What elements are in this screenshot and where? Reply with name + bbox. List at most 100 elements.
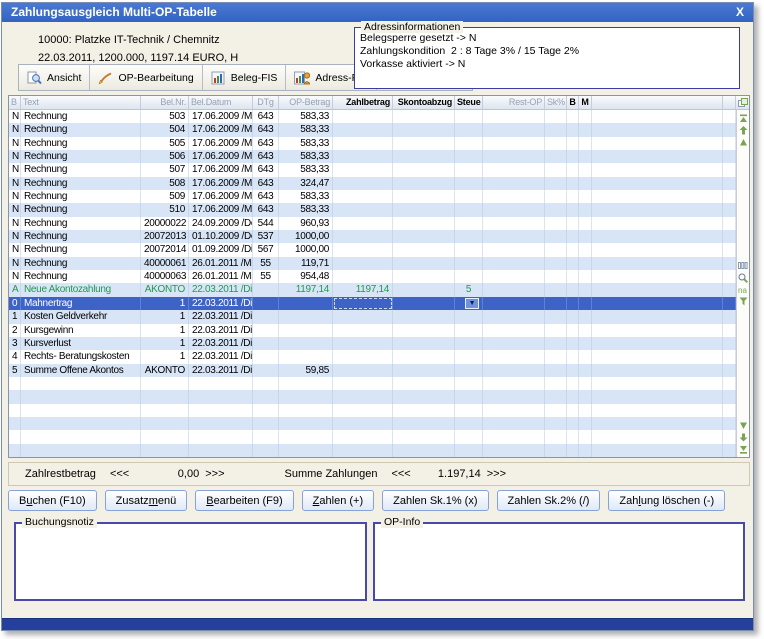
cell-dtg: 55 — [253, 257, 279, 270]
table-row[interactable]: 2Kursgewinn122.03.2011 /Di — [9, 324, 736, 337]
column-header-text[interactable]: Text — [21, 96, 141, 110]
table-row[interactable]: NRechnung51017.06.2009 /Mi643583,33 — [9, 203, 736, 216]
column-header-blank[interactable] — [592, 96, 723, 110]
table-row[interactable]: NRechnung50317.06.2009 /Mi643583,33 — [9, 110, 736, 123]
table-row[interactable]: NRechnung2000002224.09.2009 /Do544960,93 — [9, 217, 736, 230]
scroll-down-icon[interactable] — [738, 420, 748, 430]
column-chooser-icon[interactable] — [736, 96, 749, 110]
buchen-f10-button[interactable]: Buchen (F10) — [8, 490, 97, 511]
zusatzmen-button[interactable]: Zusatzmenü — [105, 490, 188, 511]
close-icon[interactable]: X — [736, 3, 744, 22]
cell-m — [579, 444, 592, 457]
table-row[interactable]: 1Kosten Geldverkehr122.03.2011 /Di — [9, 310, 736, 323]
table-row[interactable]: NRechnung50617.06.2009 /Mi643583,33 — [9, 150, 736, 163]
title-bar[interactable]: Zahlungsausgleich Multi-OP-Tabelle X — [2, 3, 753, 22]
cell-steue — [455, 163, 483, 176]
scroll-bottom-icon[interactable] — [738, 444, 748, 454]
cell-blank — [592, 270, 723, 283]
cell-beldatum — [189, 430, 253, 443]
column-header-blank2[interactable] — [723, 96, 736, 110]
customer-info-line1: 10000: Platzke IT-Technik / Chemnitz — [38, 34, 220, 46]
tab-ansicht[interactable]: Ansicht — [19, 65, 90, 90]
table-row[interactable] — [9, 404, 736, 417]
table-row[interactable]: 4Rechts- Beratungskosten122.03.2011 /Di — [9, 350, 736, 363]
tab-beleg-fis[interactable]: Beleg-FIS — [203, 65, 287, 90]
address-info-line: Zahlungskondition 2 : 8 Tage 3% / 15 Tag… — [355, 45, 739, 58]
zahlen-button[interactable]: Zahlen (+) — [302, 490, 374, 511]
zahlen-sk-2-button[interactable]: Zahlen Sk.2% (/) — [497, 490, 601, 511]
cell-steue — [455, 337, 483, 350]
tab-op-bearbeitung[interactable]: OP-Bearbeitung — [90, 65, 202, 90]
cell-dtg: 643 — [253, 163, 279, 176]
column-header-dtg[interactable]: DTg — [253, 96, 279, 110]
columns-icon[interactable] — [738, 261, 748, 271]
steue-dropdown-button[interactable]: ▼ — [465, 298, 479, 309]
cell-skontoabzug — [393, 283, 455, 296]
table-row[interactable]: NRechnung50717.06.2009 /Mi643583,33 — [9, 163, 736, 176]
buchungsnotiz-area[interactable] — [16, 524, 365, 599]
cell-b: N — [9, 137, 21, 150]
cell-skpct — [545, 110, 567, 123]
column-header-zahlbetrag[interactable]: Zahlbetrag — [333, 96, 393, 110]
table-row[interactable]: 3Kursverlust122.03.2011 /Di — [9, 337, 736, 350]
table-row[interactable] — [9, 444, 736, 457]
cell-blank — [592, 350, 723, 363]
scroll-page-up-icon[interactable] — [738, 125, 748, 135]
table-row[interactable] — [9, 417, 736, 430]
cell-dtg — [253, 430, 279, 443]
column-header-belnr[interactable]: Bel.Nr. — [141, 96, 189, 110]
cell-b: A — [9, 283, 21, 296]
scroll-top-icon[interactable] — [738, 113, 748, 123]
table-row[interactable]: NRechnung4000006126.01.2011 /Mi55119,71 — [9, 257, 736, 270]
column-header-skpct[interactable]: Sk% — [545, 96, 567, 110]
table-row[interactable]: NRechnung50817.06.2009 /Mi643324,47 — [9, 177, 736, 190]
table-row[interactable] — [9, 390, 736, 403]
table-row[interactable]: NRechnung50917.06.2009 /Mi643583,33 — [9, 190, 736, 203]
table-row[interactable] — [9, 377, 736, 390]
column-header-beldatum[interactable]: Bel.Datum — [189, 96, 253, 110]
table-row[interactable]: NRechnung2007201401.09.2009 /Di5671000,0… — [9, 243, 736, 256]
cell-dtg: 643 — [253, 177, 279, 190]
cell-zahlbetrag — [333, 137, 393, 150]
column-header-m[interactable]: M — [579, 96, 592, 110]
table-row[interactable]: NRechnung50417.06.2009 /Mi643583,33 — [9, 123, 736, 136]
filter-icon[interactable] — [738, 297, 748, 307]
table-row[interactable]: NRechnung4000006326.01.2011 /Mi55954,48 — [9, 270, 736, 283]
cell-opbetrag: 119,71 — [279, 257, 333, 270]
table-row[interactable]: ANeue AkontozahlungAKONTO22.03.2011 /Di1… — [9, 283, 736, 296]
column-header-restop[interactable]: Rest-OP — [483, 96, 545, 110]
cell-restop — [483, 230, 545, 243]
table-row[interactable]: 0Mahnertrag122.03.2011 /Di▼ — [9, 297, 736, 310]
sort-icon[interactable]: na — [738, 285, 748, 295]
cell-skpct — [545, 150, 567, 163]
column-header-skontoabzug[interactable]: Skontoabzug — [393, 96, 455, 110]
cell-opbetrag: 583,33 — [279, 190, 333, 203]
scroll-page-down-icon[interactable] — [738, 432, 748, 442]
cell-m — [579, 270, 592, 283]
column-header-b[interactable]: B — [9, 96, 21, 110]
cell-restop — [483, 310, 545, 323]
cell-dtg — [253, 324, 279, 337]
cell-b: N — [9, 230, 21, 243]
column-header-steue[interactable]: Steue — [455, 96, 483, 110]
cell-blank2 — [723, 163, 736, 176]
table-row[interactable] — [9, 430, 736, 443]
table-row[interactable]: NRechnung50517.06.2009 /Mi643583,33 — [9, 137, 736, 150]
column-header-b2[interactable]: B — [567, 96, 579, 110]
table-row[interactable]: NRechnung2007201301.10.2009 /Do5371000,0… — [9, 230, 736, 243]
scroll-up-icon[interactable] — [738, 137, 748, 147]
cell-steue — [455, 243, 483, 256]
cell-dtg: 55 — [253, 270, 279, 283]
cell-dtg — [253, 390, 279, 403]
bearbeiten-f9-button[interactable]: Bearbeiten (F9) — [195, 490, 293, 511]
zahlung-l-schen-button[interactable]: Zahlung löschen (-) — [608, 490, 725, 511]
cell-b2 — [567, 417, 579, 430]
cell-skpct — [545, 364, 567, 377]
tab-label: Ansicht — [47, 72, 81, 84]
column-header-opbetrag[interactable]: OP-Betrag — [279, 96, 333, 110]
cell-blank — [592, 203, 723, 216]
zahlen-sk-1-x-button[interactable]: Zahlen Sk.1% (x) — [382, 490, 488, 511]
table-row[interactable]: 5Summe Offene AkontosAKONTO22.03.2011 /D… — [9, 364, 736, 377]
cell-skpct — [545, 444, 567, 457]
search-icon[interactable] — [738, 273, 748, 283]
